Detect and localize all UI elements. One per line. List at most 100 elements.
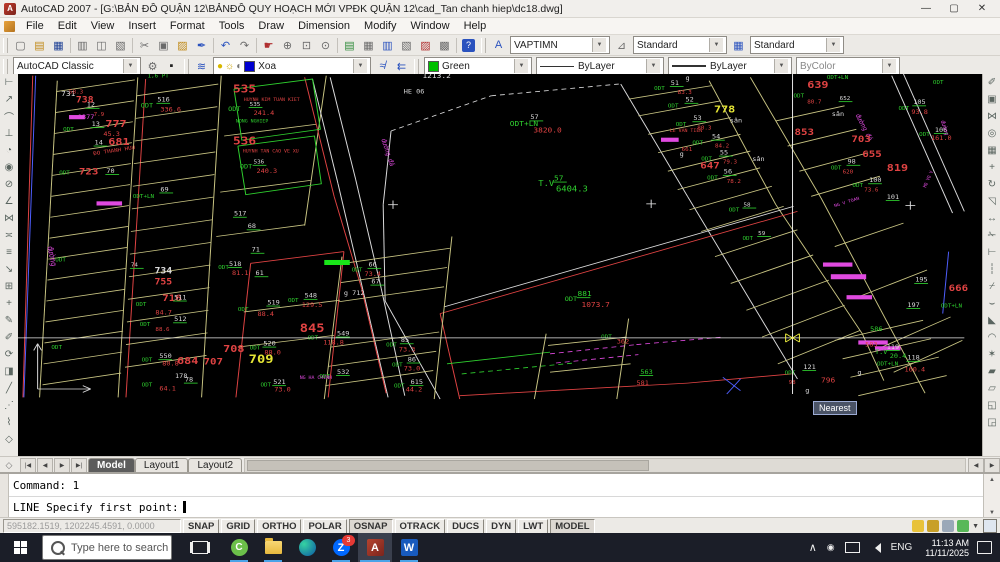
dim-style-combo[interactable]: Standard▼ [633,36,727,54]
layer-on-icon[interactable]: ● [217,61,223,72]
break-at-point-icon[interactable]: ┆ [989,261,995,278]
menu-edit[interactable]: Edit [51,20,84,32]
speaker-icon[interactable] [870,543,881,553]
cut-icon[interactable]: ✂ [135,37,154,54]
bring-above-icon[interactable]: ◱ [987,397,996,414]
workspace-settings-icon[interactable]: ⚙ [143,58,162,75]
tab-layout2[interactable]: Layout2 [188,458,242,473]
polygon-icon[interactable]: ◇ [5,431,13,448]
scrollbar-thumb[interactable] [247,460,649,471]
clock[interactable]: 11:13 AM 11/11/2025 [925,538,969,558]
table-style-icon[interactable]: ▦ [729,37,748,54]
trusted-dwg-icon[interactable] [957,520,969,532]
make-layer-current-icon[interactable]: ≉ [373,58,392,75]
menu-draw[interactable]: Draw [251,20,291,32]
array-icon[interactable]: ▦ [987,142,996,159]
copy-icon[interactable]: ▣ [154,37,173,54]
chevron-down-icon[interactable]: ▼ [709,38,723,52]
tab-layout1[interactable]: Layout1 [135,458,189,473]
taskbar-app-edge[interactable] [290,533,324,562]
toggle-lwt[interactable]: LWT [518,519,548,534]
publish-icon[interactable]: ▧ [111,37,130,54]
tab-last-button[interactable]: ▶| [71,458,87,473]
rotate-icon[interactable]: ↻ [988,176,996,193]
horizontal-scrollbar[interactable] [244,458,966,473]
menu-dimension[interactable]: Dimension [291,20,357,32]
save-icon[interactable]: ▦ [49,37,68,54]
continue-dimension-icon[interactable]: ≡ [6,244,12,261]
scroll-left-button[interactable]: ◀ [968,458,984,473]
table-style-combo[interactable]: Standard▼ [750,36,844,54]
radius-dimension-icon[interactable]: ◔ [6,142,12,159]
toolbar-grip[interactable] [481,38,486,53]
chevron-down-icon[interactable]: ▼ [882,59,896,73]
scroll-up-icon[interactable]: ▲ [989,474,995,486]
plot-icon[interactable]: ▥ [73,37,92,54]
break-icon[interactable]: ⌿ [989,278,995,295]
text-style-icon[interactable]: A [489,37,508,54]
layer-combo[interactable]: ● ☼ ◐ Xoa ▼ [213,57,371,75]
status-menu-icon[interactable]: ▼ [972,523,979,530]
tab-model[interactable]: Model [88,458,135,473]
menu-view[interactable]: View [84,20,122,32]
tool-palettes-icon[interactable]: ▥ [378,37,397,54]
qnew-icon[interactable]: ▢ [11,37,30,54]
chevron-down-icon[interactable]: ▼ [514,59,528,73]
chevron-down-icon[interactable]: ▼ [774,59,788,73]
drawing-canvas[interactable]: 1213.2HE 061,6 PT73158.313777.9121314738… [18,74,982,456]
move-icon[interactable]: + [989,159,995,176]
chevron-down-icon[interactable]: ▼ [353,59,367,73]
match-properties-icon[interactable]: ✒ [192,37,211,54]
jogged-dimension-icon[interactable]: ◉ [5,159,14,176]
fillet-icon[interactable]: ◠ [988,329,997,346]
tab-first-button[interactable]: |◀ [20,458,36,473]
quick-leader-icon[interactable]: ↘ [5,261,13,278]
paste-icon[interactable]: ▨ [173,37,192,54]
chamfer-icon[interactable]: ◣ [988,312,996,329]
taskbar-search-input[interactable]: Type here to search [42,535,172,560]
help-icon[interactable]: ? [459,37,478,54]
layer-previous-icon[interactable]: ⇇ [392,58,411,75]
quick-dimension-icon[interactable]: ⋈ [4,210,14,227]
menu-tools[interactable]: Tools [212,20,252,32]
standards-icon[interactable] [912,520,924,532]
task-view-button[interactable] [192,541,208,554]
scroll-right-button[interactable]: ▶ [984,458,1000,473]
toggle-ortho[interactable]: ORTHO [257,519,301,534]
toggle-snap[interactable]: SNAP [183,519,219,534]
start-button[interactable] [0,533,40,562]
toggle-osnap[interactable]: OSNAP [349,519,393,534]
close-button[interactable]: ✕ [968,3,996,14]
chevron-down-icon[interactable]: ▼ [123,59,137,73]
offset-icon[interactable]: ◎ [988,125,997,142]
chevron-down-icon[interactable]: ▼ [592,38,606,52]
language-indicator[interactable]: ENG [891,542,913,553]
zoom-realtime-icon[interactable]: ⊕ [278,37,297,54]
zoom-window-icon[interactable]: ⊡ [297,37,316,54]
chevron-down-icon[interactable]: ▼ [646,59,660,73]
dimension-update-icon[interactable]: ⟳ [5,346,13,363]
ordinate-dimension-icon[interactable]: ⊥ [5,125,14,142]
plot-style-combo[interactable]: ByColor▼ [796,57,900,75]
sheet-set-manager-icon[interactable]: ▧ [397,37,416,54]
coordinate-readout[interactable]: 595182.1519, 1202245.4591, 0.0000 [3,519,181,533]
toggle-ducs[interactable]: DUCS [447,519,484,534]
tab-prev-button[interactable]: ◀ [37,458,53,473]
command-window-grip[interactable] [0,474,9,519]
send-under-icon[interactable]: ◲ [987,414,996,431]
annotation-icon[interactable] [942,520,954,532]
line-icon[interactable]: ╱ [6,380,12,397]
linetype-combo[interactable]: ByLayer▼ [536,57,664,75]
layer-freeze-icon[interactable]: ☼ [225,61,234,72]
color-combo[interactable]: Green▼ [424,57,532,75]
baseline-dimension-icon[interactable]: ≍ [5,227,13,244]
polygon-tool-icon[interactable]: ◇ [0,460,18,471]
erase-icon[interactable]: ✐ [988,74,996,91]
arc-length-dimension-icon[interactable]: ⌒ [4,108,14,125]
trim-icon[interactable]: ✁ [988,227,996,244]
text-style-combo[interactable]: VAPTIMN▼ [510,36,610,54]
dimension-text-edit-icon[interactable]: ✐ [5,329,13,346]
toolbar-grip[interactable] [3,38,8,53]
join-icon[interactable]: ⌣ [989,295,996,312]
layer-properties-icon[interactable]: ≋ [192,58,211,75]
